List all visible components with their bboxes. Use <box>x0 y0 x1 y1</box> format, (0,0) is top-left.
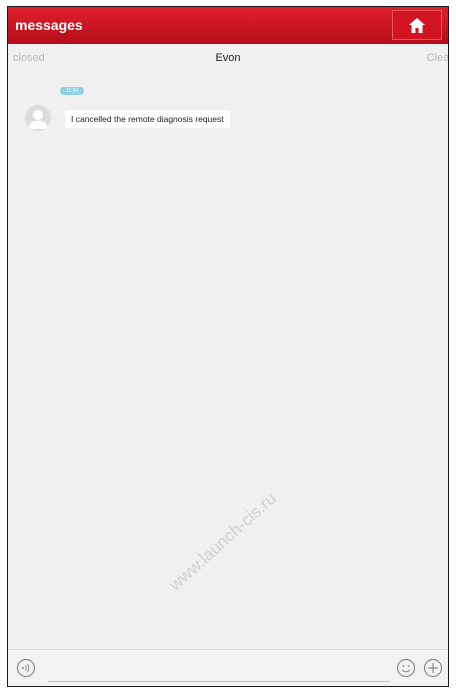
conversation-subheader: closed Evon Clear <box>8 44 448 72</box>
message-input-bar <box>8 649 448 686</box>
watermark-text: www.launch-cis.ru <box>165 488 280 595</box>
message-bubble: I cancelled the remote diagnosis request <box>65 110 230 128</box>
message-timestamp: 11:34 <box>60 87 85 95</box>
clear-button[interactable]: Clear <box>427 52 448 64</box>
message-input[interactable] <box>48 681 390 682</box>
emoji-button[interactable] <box>396 658 416 678</box>
page-title: messages <box>15 17 83 33</box>
voice-button[interactable] <box>16 658 36 678</box>
contact-name: Evon <box>215 52 241 64</box>
emoji-icon <box>396 658 416 678</box>
plus-icon <box>423 658 443 678</box>
messages-screen: messages closed Evon Clear 11:34 I cance… <box>7 6 449 687</box>
add-button[interactable] <box>423 658 443 678</box>
header-bar: messages <box>8 7 448 44</box>
home-button[interactable] <box>392 10 442 40</box>
home-icon <box>409 17 425 33</box>
user-avatar-icon[interactable] <box>25 105 51 131</box>
voice-icon <box>16 658 36 678</box>
